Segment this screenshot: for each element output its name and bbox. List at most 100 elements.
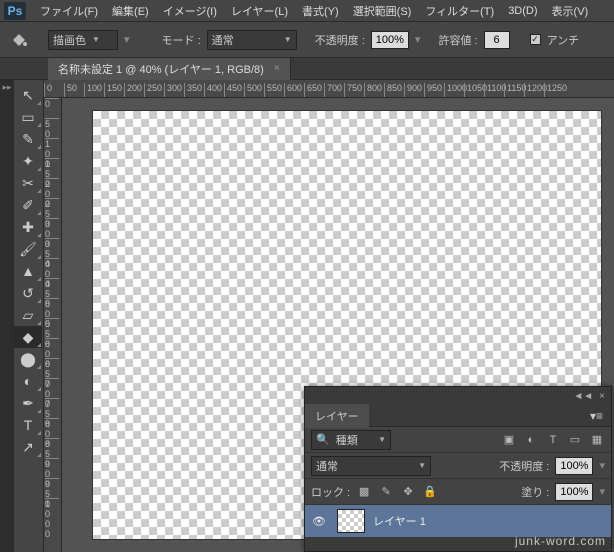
fill-source-value: 描画色: [53, 32, 86, 48]
opacity-field[interactable]: 100%: [371, 31, 409, 49]
stamp-tool[interactable]: ▲: [14, 260, 42, 282]
document-tabs: 名称未設定 1 @ 40% (レイヤー 1, RGB/8) ×: [0, 58, 614, 80]
brush-tool[interactable]: 🖌: [14, 238, 42, 260]
menu-file[interactable]: ファイル(F): [34, 1, 104, 21]
layers-panel: ◄◄ × レイヤー ▾≡ 🔍 種類 ▼ ▣: [304, 386, 612, 552]
fill-source-select[interactable]: 描画色 ▼: [48, 30, 118, 50]
ruler-tick: 100: [84, 83, 102, 97]
layer-fill-field[interactable]: 100%: [555, 483, 593, 501]
layer-filter-select[interactable]: 🔍 種類 ▼: [311, 430, 391, 450]
layer-opacity-label: 不透明度 :: [499, 458, 549, 474]
ruler-tick: 50: [45, 118, 59, 139]
lock-position-icon[interactable]: ✥: [400, 485, 416, 499]
blur-tool[interactable]: ⬤: [14, 348, 42, 370]
history-tool[interactable]: ↺: [14, 282, 42, 304]
ruler-tick: 750: [344, 83, 362, 97]
lock-all-icon[interactable]: 🔒: [422, 485, 438, 499]
ruler-tick: 600: [284, 83, 302, 97]
bucket-icon[interactable]: [6, 29, 32, 51]
canvas-region: 0501001502002503003504004505005506006507…: [44, 80, 614, 552]
watermark: junk-word.com: [515, 534, 606, 548]
filter-adjust-icon[interactable]: ◐: [523, 433, 539, 447]
tolerance-field[interactable]: 6: [484, 31, 510, 49]
vertical-ruler: 0501001502002503003504004505005506006507…: [44, 98, 62, 552]
layer-filter-value: 種類: [336, 432, 358, 448]
menu-type[interactable]: 書式(Y): [296, 1, 345, 21]
blend-row: 通常▼ 不透明度 : 100% ▾: [305, 453, 611, 479]
search-icon: 🔍: [316, 433, 330, 446]
layer-blend-select[interactable]: 通常▼: [311, 456, 431, 476]
eyedropper-tool[interactable]: ✐: [14, 194, 42, 216]
filter-type-icon[interactable]: T: [545, 433, 561, 447]
crop-tool[interactable]: ✂: [14, 172, 42, 194]
filter-smart-icon[interactable]: ▦: [589, 433, 605, 447]
menu-bar: Ps ファイル(F) 編集(E) イメージ(I) レイヤー(L) 書式(Y) 選…: [0, 0, 614, 22]
ruler-tick: 300: [164, 83, 182, 97]
blend-mode-select[interactable]: 通常▼: [207, 30, 297, 50]
blend-mode-value: 通常: [212, 32, 234, 48]
eraser-tool[interactable]: ▱: [14, 304, 42, 326]
menu-image[interactable]: イメージ(I): [157, 1, 223, 21]
visibility-icon[interactable]: 👁: [309, 515, 329, 528]
lock-transparency-icon[interactable]: ▩: [356, 485, 372, 499]
heal-tool[interactable]: ✚: [14, 216, 42, 238]
document-tab[interactable]: 名称未設定 1 @ 40% (レイヤー 1, RGB/8) ×: [48, 58, 291, 80]
pen-tool[interactable]: ✒: [14, 392, 42, 414]
work-area: ▸▸ ↖▭✎✦✂✐✚🖌▲↺▱◆⬤◐✒T↗ 0501001502002503003…: [0, 80, 614, 552]
options-bar: 描画色▼ ▾ モード : 通常▼ 不透明度 : 100% ▾ 許容値 : 6 ✓…: [0, 22, 614, 58]
filter-shape-icon[interactable]: ▭: [567, 433, 583, 447]
type-tool[interactable]: T: [14, 414, 42, 436]
lock-pixels-icon[interactable]: ✎: [378, 485, 394, 499]
chevron-down-icon[interactable]: ▾: [599, 459, 605, 472]
layers-tab[interactable]: レイヤー: [305, 404, 369, 428]
layer-opacity-field[interactable]: 100%: [555, 457, 593, 475]
ruler-tick: 250: [144, 83, 162, 97]
move-tool[interactable]: ↖: [14, 84, 42, 106]
ruler-tick: 400: [204, 83, 222, 97]
ruler-tick: 1250: [544, 83, 567, 97]
antialias-checkbox[interactable]: ✓: [530, 34, 541, 45]
menu-select[interactable]: 選択範囲(S): [347, 1, 418, 21]
filter-pixel-icon[interactable]: ▣: [501, 433, 517, 447]
chevron-down-icon[interactable]: ▾: [599, 485, 605, 498]
ruler-tick: 800: [364, 83, 382, 97]
chevron-down-icon: ▼: [92, 35, 100, 44]
expand-icon[interactable]: ▸▸: [0, 80, 14, 95]
ruler-tick: 950: [424, 83, 442, 97]
close-icon[interactable]: ×: [599, 391, 605, 402]
ruler-tick: 850: [384, 83, 402, 97]
ruler-tick: 650: [304, 83, 322, 97]
menu-layer[interactable]: レイヤー(L): [225, 1, 294, 21]
menu-edit[interactable]: 編集(E): [106, 1, 155, 21]
ruler-tick: 200: [124, 83, 142, 97]
menu-filter[interactable]: フィルター(T): [419, 1, 500, 21]
close-icon[interactable]: ×: [274, 63, 280, 74]
lasso-tool[interactable]: ✎: [14, 128, 42, 150]
wand-tool[interactable]: ✦: [14, 150, 42, 172]
opacity-label: 不透明度 :: [315, 32, 365, 48]
marquee-tool[interactable]: ▭: [14, 106, 42, 128]
bucket-tool[interactable]: ◆: [14, 326, 42, 348]
menu-view[interactable]: 表示(V): [546, 1, 595, 21]
document-tab-title: 名称未設定 1 @ 40% (レイヤー 1, RGB/8): [58, 61, 264, 77]
ruler-tick: 550: [264, 83, 282, 97]
panel-menu-icon[interactable]: ▾≡: [582, 409, 611, 423]
path-tool[interactable]: ↗: [14, 436, 42, 458]
ruler-tick: 1100: [484, 83, 506, 97]
canvas-area[interactable]: ◄◄ × レイヤー ▾≡ 🔍 種類 ▼ ▣: [62, 98, 614, 552]
menu-3d[interactable]: 3D(D): [502, 3, 543, 19]
dodge-tool[interactable]: ◐: [14, 370, 42, 392]
collapse-icon[interactable]: ◄◄: [573, 391, 593, 402]
layer-name[interactable]: レイヤー 1: [373, 513, 426, 529]
ruler-tick: 700: [324, 83, 342, 97]
ruler-tick: 0: [45, 98, 59, 109]
lock-label: ロック :: [311, 484, 350, 500]
ruler-tick: 150: [104, 83, 122, 97]
chevron-down-icon[interactable]: ▾: [415, 33, 421, 46]
ruler-tick: 50: [64, 83, 77, 97]
layer-thumbnail[interactable]: [337, 509, 365, 533]
chevron-down-icon: ▾: [124, 33, 130, 46]
app-logo: Ps: [4, 2, 26, 20]
layer-row[interactable]: 👁 レイヤー 1: [305, 505, 611, 537]
ruler-tick: 0: [44, 83, 52, 97]
